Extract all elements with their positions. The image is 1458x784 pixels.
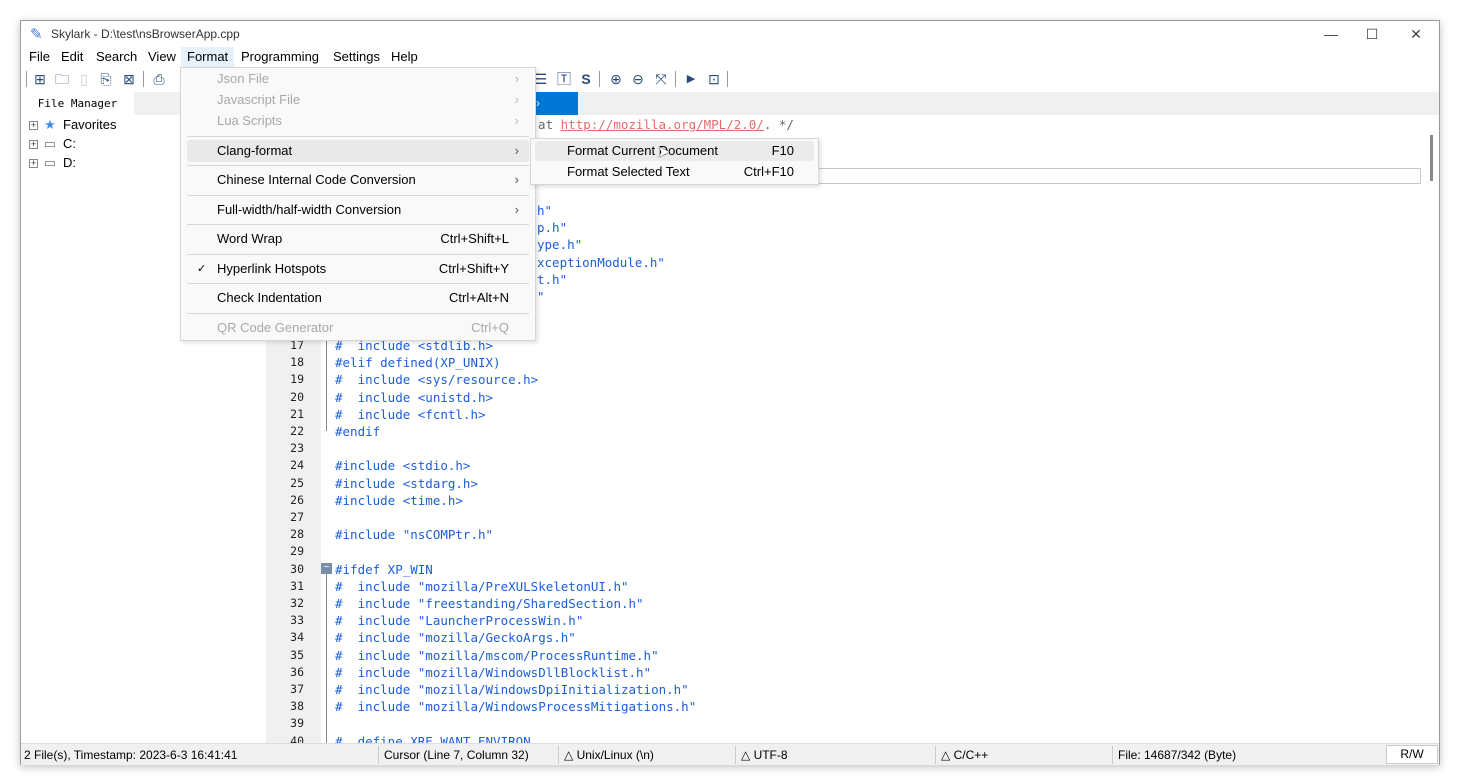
menu-item-javascript-file: Javascript File › <box>187 89 529 111</box>
line-number: 30 <box>290 561 304 576</box>
chevron-right-icon: › <box>514 202 519 217</box>
menu-item-check-indentation[interactable]: Check Indentation Ctrl+Alt+N <box>187 287 529 309</box>
line-number: 19 <box>290 372 304 387</box>
code-line: # include <unistd.h> <box>335 389 494 405</box>
menu-item-label: Chinese Internal Code Conversion <box>217 172 416 187</box>
menu-item-json-file: Json File › <box>187 68 529 90</box>
menu-item-label: Lua Scripts <box>217 113 283 128</box>
format-menu-dropdown: Json File › Javascript File › Lua Scripts › Cl… <box>180 67 536 341</box>
menu-item-shortcut: Ctrl+Q <box>471 320 509 335</box>
line-number: 36 <box>290 664 304 679</box>
code-line-fragment: xceptionModule.h" <box>537 254 665 270</box>
menu-separator <box>187 224 529 225</box>
code-line: # include "mozilla/WindowsDpiInitializat… <box>335 682 689 697</box>
code-line: #ifdef XP_WIN <box>335 561 433 577</box>
menu-item-full-width-half-width-conversion[interactable]: Full-width/half-width Conversion › <box>187 199 529 221</box>
code-line-fragment: p.h" <box>537 220 568 236</box>
menu-item-chinese-internal-code-conversion[interactable]: Chinese Internal Code Conversion › <box>187 169 529 191</box>
code-line: # include "mozilla/mscom/ProcessRuntime.… <box>335 647 659 663</box>
menu-item-qr-code-generator: QR Code Generator Ctrl+Q <box>187 317 529 339</box>
menu-separator <box>187 313 529 314</box>
code-line-fragment: ype.h" <box>537 237 583 253</box>
menu-item-word-wrap[interactable]: Word Wrap Ctrl+Shift+L <box>187 228 529 250</box>
checkmark-icon: ✓ <box>197 263 207 275</box>
menu-item-format-current-document[interactable]: Format Current Document F10 <box>535 141 814 161</box>
line-number: 37 <box>290 682 304 696</box>
status-encoding[interactable]: △ UTF-8 <box>741 747 788 763</box>
read-write-toggle[interactable]: R/W <box>1386 745 1438 764</box>
mouse-pointer-icon: ➤ <box>657 144 671 161</box>
code-line: #include <stdarg.h> <box>335 475 478 491</box>
line-number: 33 <box>290 613 304 628</box>
menu-item-label: Word Wrap <box>217 231 283 246</box>
menu-item-shortcut: Ctrl+Shift+Y <box>438 261 509 276</box>
menu-item-label: Full-width/half-width Conversion <box>217 202 402 217</box>
chevron-right-icon: › <box>514 113 519 128</box>
code-line: # include "mozilla/WindowsDllBlocklist.h… <box>335 664 652 680</box>
line-number: 28 <box>290 527 304 542</box>
code-line: # include "mozilla/PreXULSkeletonUI.h" <box>335 578 629 594</box>
menu-separator <box>187 254 529 255</box>
code-line-fragment: " <box>537 289 545 304</box>
code-line: # include <fcntl.h> <box>335 406 486 422</box>
code-line: #include "nsCOMPtr.h" <box>335 527 494 543</box>
chevron-right-icon: › <box>514 92 519 107</box>
code-line: #include <stdio.h> <box>335 458 471 474</box>
menu-item-label: Javascript File <box>217 92 301 107</box>
code-line-4: e at http://mozilla.org/MPL/2.0/. */ <box>523 117 794 132</box>
menu-item-hyperlink-hotspots[interactable]: ✓ Hyperlink Hotspots Ctrl+Shift+Y <box>187 258 529 280</box>
menu-item-format-selected-text[interactable]: Format Selected Text Ctrl+F10 <box>535 162 814 182</box>
menu-separator <box>187 283 529 284</box>
code-line: #elif defined(XP_UNIX) <box>335 355 501 371</box>
status-files: 2 File(s), Timestamp: 2023-6-3 16:41:41 <box>24 748 238 762</box>
line-number: 31 <box>290 578 304 593</box>
line-number: 39 <box>290 716 304 731</box>
menu-separator <box>187 136 529 137</box>
status-cursor: Cursor (Line 7, Column 32) <box>384 748 529 762</box>
status-language[interactable]: △ C/C++ <box>941 747 988 763</box>
code-line-fragment: t.h" <box>537 271 568 287</box>
line-number: 18 <box>290 355 304 370</box>
status-bar: 2 File(s), Timestamp: 2023-6-3 16:41:41 … <box>21 743 1439 765</box>
menu-item-shortcut: Ctrl+Shift+L <box>440 231 509 246</box>
menu-item-label: Hyperlink Hotspots <box>217 261 327 276</box>
menu-item-lua-scripts: Lua Scripts › <box>187 110 529 132</box>
chevron-right-icon: › <box>514 172 519 187</box>
status-filesize: File: 14687/342 (Byte) <box>1118 748 1237 762</box>
clang-format-submenu: Format Current Document F10 Format Select… <box>530 138 819 185</box>
code-line: # include "freestanding/SharedSection.h" <box>335 596 644 611</box>
line-number: 34 <box>290 630 304 645</box>
chevron-right-icon: › <box>514 71 519 86</box>
line-number: 24 <box>290 458 304 473</box>
code-line: # include <sys/resource.h> <box>335 372 539 388</box>
code-line: # include "LauncherProcessWin.h" <box>335 613 584 629</box>
line-number: 29 <box>290 544 304 559</box>
code-line: #include <time.h> <box>335 492 463 508</box>
line-number: 26 <box>290 492 304 507</box>
code-line: #endif <box>335 424 381 439</box>
code-line-fragment: h" <box>537 203 553 218</box>
menu-item-label: Json File <box>217 71 270 86</box>
line-number: 25 <box>290 475 304 490</box>
line-number: 35 <box>290 647 304 662</box>
line-number: 32 <box>290 596 304 610</box>
status-eol[interactable]: △ Unix/Linux (\n) <box>564 747 654 763</box>
menu-separator <box>187 165 529 166</box>
hyperlink[interactable]: http://mozilla.org/MPL/2.0/ <box>561 117 764 132</box>
chevron-right-icon: › <box>514 143 519 158</box>
menu-item-clang-format[interactable]: Clang-format › <box>187 140 529 162</box>
line-number: 22 <box>290 424 304 438</box>
line-number: 38 <box>290 699 304 714</box>
menu-separator <box>187 195 529 196</box>
menu-item-label: QR Code Generator <box>217 320 334 335</box>
line-number: 20 <box>290 389 304 404</box>
code-line: # include "mozilla/GeckoArgs.h" <box>335 630 576 646</box>
line-number: 23 <box>290 441 304 456</box>
line-number: 27 <box>290 510 304 524</box>
menu-item-label: Check Indentation <box>217 290 322 305</box>
line-number: 21 <box>290 406 304 421</box>
menu-item-shortcut: Ctrl+Alt+N <box>449 290 509 305</box>
menu-item-label: Clang-format <box>217 143 293 158</box>
code-line: # include "mozilla/WindowsProcessMitigat… <box>335 699 697 715</box>
